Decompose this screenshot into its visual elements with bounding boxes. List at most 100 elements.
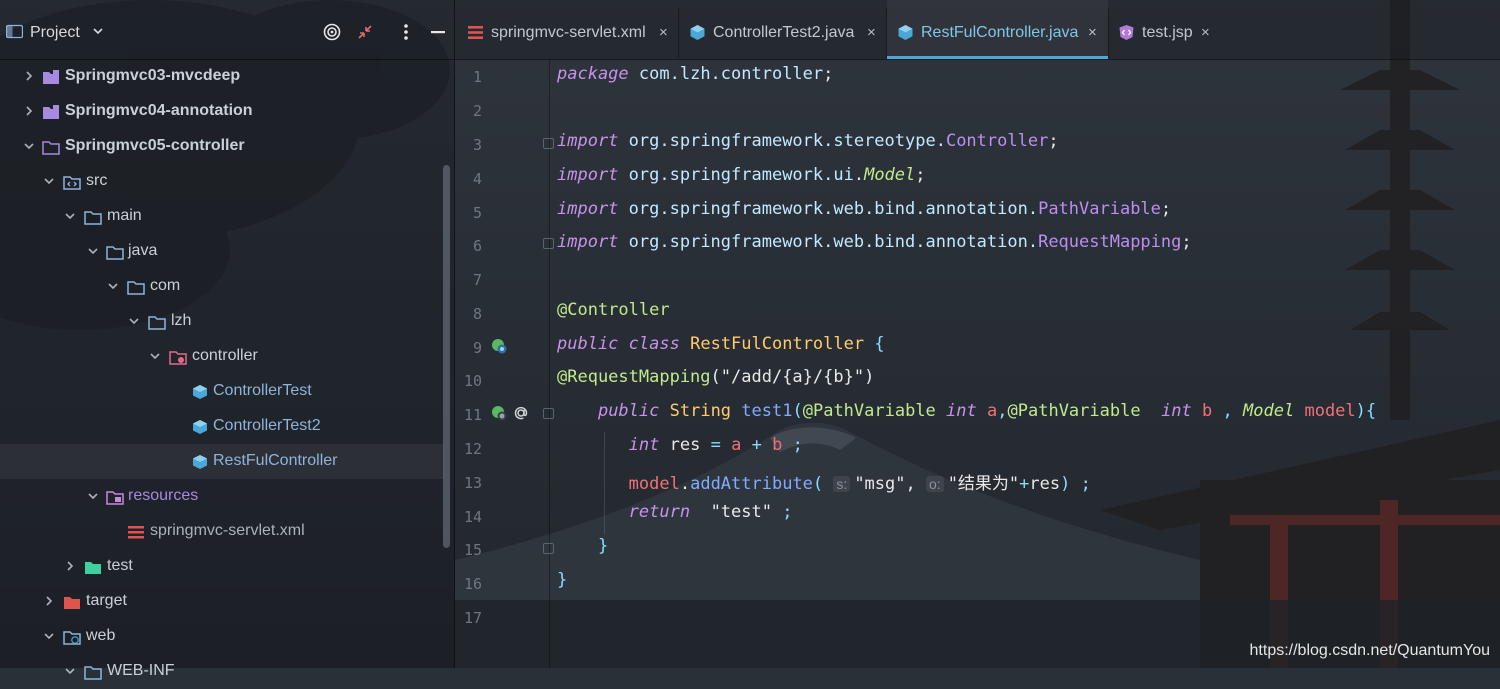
code-line[interactable]: @Controller [557,300,670,320]
tree-item-web-inf[interactable]: WEB-INF [0,654,444,689]
java-class-icon [690,25,705,40]
line-number: 8 [472,305,482,323]
chevron-right-icon[interactable] [24,71,34,81]
chevron-down-icon[interactable] [108,281,118,291]
tree-item-main[interactable]: main [0,199,444,234]
code-line[interactable]: import org.springframework.ui.Model; [557,165,926,185]
code-line[interactable]: package com.lzh.controller; [557,64,833,84]
spring-bean-icon[interactable] [490,337,508,355]
minimize-icon[interactable] [428,22,448,42]
spring-request-mapping-icon[interactable] [490,404,508,422]
tree-item-src[interactable]: src [0,164,444,199]
line-number: 14 [463,508,482,526]
fold-marker[interactable] [543,138,554,149]
tree-item-com[interactable]: com [0,269,444,304]
tree-item-label: Springmvc05-controller [65,137,245,154]
tree-item-label: ControllerTest [213,382,312,399]
collapse-all-icon[interactable] [355,22,375,42]
line-number: 6 [472,237,482,255]
tree-item-resources[interactable]: resources [0,479,444,514]
spring-package-folder-icon [169,351,187,365]
tab-restfulcontroller-java[interactable]: RestFulController.java × [887,0,1108,59]
chevron-down-icon[interactable] [44,631,54,641]
chevron-down-icon[interactable] [88,246,98,256]
close-icon[interactable]: × [1201,24,1210,41]
close-icon[interactable]: × [1088,24,1097,41]
gutter-divider [549,59,550,668]
code-line[interactable]: import org.springframework.stereotype.Co… [557,131,1059,151]
tree-item-springmvc05[interactable]: Springmvc05-controller [0,129,444,164]
code-line[interactable]: model.addAttribute( s: "msg", o: "结果为"+res… [557,469,1091,494]
module-folder-icon [43,70,59,84]
line-number: 9 [472,339,482,357]
tree-item-test[interactable]: test [0,549,444,584]
editor-tab-bar: springmvc-servlet.xml × ControllerTest2.… [455,0,1500,60]
code-line[interactable]: public class RestFulController { [557,334,885,354]
tree-item-controllertest2[interactable]: ControllerTest2 [0,409,444,444]
code-line[interactable]: int res = a + b ; [557,435,803,455]
line-number: 2 [472,102,482,120]
project-tree-scrollbar[interactable] [443,165,450,548]
tree-item-java[interactable]: java [0,234,444,269]
tree-item-lzh[interactable]: lzh [0,304,444,339]
tab-label: RestFulController.java [921,24,1079,41]
code-line[interactable]: import org.springframework.web.bind.anno… [557,232,1192,252]
code-line[interactable]: } [557,536,608,556]
chevron-down-icon[interactable] [88,491,98,501]
locate-target-icon[interactable] [322,22,342,42]
chevron-down-icon[interactable] [44,176,54,186]
xml-file-icon [468,26,483,39]
chevron-down-icon[interactable] [65,211,75,221]
parameter-hint: o: [926,476,944,492]
folder-icon [84,666,102,680]
chevron-down-icon[interactable] [150,351,160,361]
line-number: 1 [472,68,482,86]
code-line[interactable]: return "test" ; [557,502,793,522]
chevron-right-icon[interactable] [44,596,54,606]
tree-item-springmvc03[interactable]: Springmvc03-mvcdeep [0,59,444,94]
package-folder-icon [127,281,145,295]
tree-item-label: Springmvc03-mvcdeep [65,67,241,84]
project-panel-header: Project [0,0,454,60]
tree-item-springmvc04[interactable]: Springmvc04-annotation [0,94,444,129]
tab-label: ControllerTest2.java [713,24,855,41]
tree-item-target[interactable]: target [0,584,444,619]
tree-item-web[interactable]: web [0,619,444,654]
fold-marker[interactable] [543,238,554,249]
tab-springmvc-servlet-xml[interactable]: springmvc-servlet.xml × [455,0,678,59]
tree-item-controller[interactable]: controller [0,339,444,374]
chevron-down-icon[interactable] [24,141,34,151]
tree-item-label: target [86,592,127,609]
tree-item-restfulcontroller[interactable]: RestFulController [0,444,444,479]
code-line[interactable]: @RequestMapping("/add/{a}/{b}") [557,367,874,387]
line-number: 4 [472,170,482,188]
close-icon[interactable]: × [867,24,876,41]
chevron-down-icon[interactable] [92,25,104,37]
code-line[interactable]: import org.springframework.web.bind.anno… [557,199,1171,219]
close-icon[interactable]: × [659,24,668,41]
chevron-right-icon[interactable] [65,561,75,571]
line-number: 17 [463,609,482,627]
tree-item-springmvc-servlet[interactable]: springmvc-servlet.xml [0,514,444,549]
tree-item-controllertest[interactable]: ControllerTest [0,374,444,409]
parameter-hint: s: [833,476,851,492]
more-options-icon[interactable] [396,22,416,42]
tree-item-label: com [150,277,181,294]
code-line[interactable]: public String test1(@PathVariable int a,… [557,401,1376,421]
project-panel-title[interactable]: Project [30,24,80,42]
fold-marker[interactable] [543,543,554,554]
line-number: 11 [463,406,482,424]
code-line[interactable]: } [557,570,567,590]
fold-marker[interactable] [543,408,554,419]
chevron-down-icon[interactable] [129,316,139,326]
tree-item-label: ControllerTest2 [213,417,321,434]
line-number: 13 [463,474,482,492]
at-sign-icon[interactable] [512,404,530,422]
tab-test-jsp[interactable]: test.jsp × [1109,0,1221,59]
tree-item-label: Springmvc04-annotation [65,102,253,119]
tab-controllertest2-java[interactable]: ControllerTest2.java × [679,0,886,59]
chevron-right-icon[interactable] [24,106,34,116]
line-number: 10 [463,372,482,390]
web-folder-icon [63,631,81,645]
test-folder-icon [85,562,101,574]
